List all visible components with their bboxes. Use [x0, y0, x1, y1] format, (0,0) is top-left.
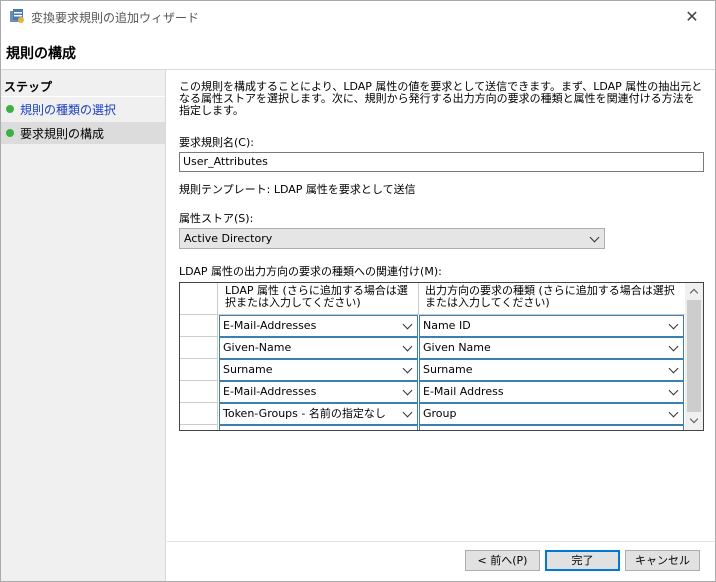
step-label: 規則の種類の選択 [20, 102, 117, 117]
outgoing-claim-select[interactable]: Surname [419, 359, 684, 381]
grid-header: LDAP 属性 (さらに追加する場合は選択または入力してください) 出力方向の要… [180, 283, 685, 315]
ldap-attribute-select[interactable]: Surname [219, 359, 418, 381]
rule-name-label: 要求規則名(C): [179, 136, 254, 149]
ldap-attribute-select[interactable]: Given-Name [219, 337, 418, 359]
outgoing-claim-column-header: 出力方向の要求の種類 (さらに追加する場合は選択または入力してください) [419, 283, 685, 315]
row-header[interactable] [180, 337, 218, 359]
chevron-down-icon [589, 232, 600, 243]
table-row: E-Mail-Addresses E-Mail Address [180, 381, 685, 403]
chevron-down-icon [668, 407, 679, 418]
rule-template-text: 規則テンプレート: LDAP 属性を要求として送信 [179, 183, 416, 196]
ldap-attribute-select[interactable]: Token-Groups - 名前の指定なし [219, 403, 418, 425]
outgoing-claim-select[interactable]: Name ID [419, 315, 684, 337]
attribute-mapping-grid: LDAP 属性 (さらに追加する場合は選択または入力してください) 出力方向の要… [179, 282, 704, 431]
chevron-down-icon [402, 385, 413, 396]
outgoing-claim-select[interactable]: Group [419, 403, 684, 425]
close-button[interactable]: ✕ [669, 1, 715, 31]
finish-button[interactable]: 完了 [545, 550, 620, 571]
grid-corner-header [180, 283, 218, 315]
ldap-attribute-select[interactable]: E-Mail-Addresses [219, 381, 418, 403]
rule-description: この規則を構成することにより、LDAP 属性の値を要求として送信できます。まず、… [179, 80, 703, 117]
chevron-down-icon [668, 341, 679, 352]
step-label: 要求規則の構成 [20, 126, 105, 141]
chevron-down-icon [668, 319, 679, 330]
ldap-attribute-select[interactable] [219, 425, 418, 430]
chevron-down-icon [402, 407, 413, 418]
cell-value: Surname [423, 363, 473, 376]
chevron-down-icon [668, 385, 679, 396]
rule-name-input[interactable]: User_Attributes [179, 152, 704, 172]
table-row: E-Mail-Addresses Name ID [180, 315, 685, 337]
ldap-attribute-column-header: LDAP 属性 (さらに追加する場合は選択または入力してください) [218, 283, 419, 315]
page-header: 規則の構成 [1, 31, 715, 69]
table-row: Given-Name Given Name [180, 337, 685, 359]
chevron-down-icon [402, 341, 413, 352]
cell-value: Given-Name [223, 341, 292, 354]
mapping-label: LDAP 属性の出力方向の要求の種類への関連付け(M): [179, 265, 442, 278]
chevron-down-icon [402, 363, 413, 374]
scroll-down-icon[interactable] [685, 413, 703, 430]
main-panel: この規則を構成することにより、LDAP 属性の値を要求として送信できます。まず、… [167, 70, 715, 550]
table-row-partial [180, 425, 685, 430]
steps-heading-divider [1, 96, 165, 97]
outgoing-claim-select[interactable]: Given Name [419, 337, 684, 359]
row-header[interactable] [180, 381, 218, 403]
title-bar: 変換要求規則の追加ウィザード ✕ [1, 1, 715, 31]
cell-value: Group [423, 407, 457, 420]
cell-value: Given Name [423, 341, 491, 354]
outgoing-claim-select[interactable] [419, 425, 684, 430]
footer-divider [167, 541, 715, 542]
wizard-app-icon [10, 9, 24, 23]
cell-value: E-Mail-Addresses [223, 319, 317, 332]
ldap-attribute-select[interactable]: E-Mail-Addresses [219, 315, 418, 337]
table-row: Surname Surname [180, 359, 685, 381]
cell-value: Surname [223, 363, 273, 376]
attribute-store-label: 属性ストア(S): [179, 212, 254, 225]
attribute-store-select[interactable]: Active Directory [179, 228, 605, 249]
row-header[interactable] [180, 315, 218, 337]
steps-sidebar: ステップ 規則の種類の選択 要求規則の構成 [1, 70, 166, 581]
grid-vertical-scrollbar[interactable] [685, 283, 703, 430]
cell-value: E-Mail-Addresses [223, 385, 317, 398]
step-complete-icon [6, 105, 14, 113]
outgoing-claim-select[interactable]: E-Mail Address [419, 381, 684, 403]
cell-value: E-Mail Address [423, 385, 504, 398]
attribute-store-value: Active Directory [184, 232, 273, 245]
cell-value: Token-Groups - 名前の指定なし [223, 407, 386, 420]
back-button[interactable]: < 前へ(P) [465, 550, 540, 571]
cell-value: Name ID [423, 319, 471, 332]
page-title: 規則の構成 [6, 46, 76, 62]
cancel-button[interactable]: キャンセル [625, 550, 700, 571]
close-icon: ✕ [685, 6, 699, 26]
steps-heading: ステップ [4, 80, 53, 94]
table-row: Token-Groups - 名前の指定なし Group [180, 403, 685, 425]
chevron-down-icon [402, 319, 413, 330]
step-configure-claim-rule[interactable]: 要求規則の構成 [1, 122, 165, 144]
chevron-down-icon [668, 363, 679, 374]
row-header[interactable] [180, 403, 218, 425]
window-title: 変換要求規則の追加ウィザード [31, 11, 200, 25]
step-select-rule-type[interactable]: 規則の種類の選択 [1, 98, 165, 120]
step-current-icon [6, 129, 14, 137]
scroll-up-icon[interactable] [685, 283, 703, 300]
scroll-thumb[interactable] [687, 300, 701, 412]
row-header[interactable] [180, 359, 218, 381]
wizard-window: 変換要求規則の追加ウィザード ✕ 規則の構成 ステップ 規則の種類の選択 要求規… [0, 0, 716, 582]
row-header[interactable] [180, 425, 218, 430]
